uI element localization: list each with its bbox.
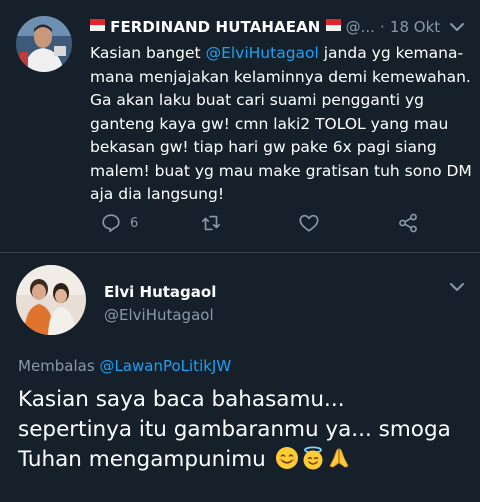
reply-text-line: Kasian saya baca bahasamu...	[18, 387, 345, 412]
reply-icon	[102, 214, 120, 233]
avatar-photo-icon	[16, 16, 72, 72]
chevron-down-icon[interactable]	[448, 278, 466, 296]
reply-text-line-last: Tuhan mengampunimu	[18, 445, 473, 475]
indonesia-flag-icon	[90, 19, 105, 31]
tweet-text: Kasian banget @ElviHutagaol janda yg kem…	[90, 42, 472, 207]
reply-text-line: sepertinya itu gambaranmu ya... smoga	[18, 417, 451, 442]
reply-author-handle[interactable]: @ElviHutagaol	[104, 306, 214, 324]
tweet-original[interactable]: FERDINAND HUTAHAEAN @... · 18 Okt Kasian…	[0, 0, 480, 250]
tweet-actions: 6	[100, 210, 440, 238]
tweet-divider	[0, 252, 480, 253]
tweet-text-start: Kasian banget	[90, 44, 206, 62]
reply-text: Kasian saya baca bahasamu... sepertinya …	[18, 385, 473, 475]
like-button[interactable]	[298, 210, 320, 236]
mention-link[interactable]: @ElviHutagaol	[206, 44, 319, 62]
replying-to-mention[interactable]: @LawanPoLitikJW	[99, 357, 231, 375]
avatar-photo-icon	[16, 265, 86, 335]
retweet-icon	[201, 215, 221, 231]
author-name[interactable]: FERDINAND HUTAHAEAN	[110, 18, 320, 36]
retweet-button[interactable]	[200, 210, 222, 236]
reply-count: 6	[130, 215, 139, 231]
avatar-elvi[interactable]	[16, 265, 86, 335]
reply-author-name[interactable]: Elvi Hutagaol	[104, 283, 216, 301]
tweet-time[interactable]: 18 Okt	[390, 18, 440, 36]
replying-prefix: Membalas	[18, 357, 100, 375]
author-handle[interactable]: @...	[346, 18, 375, 36]
avatar-ferdinand[interactable]	[16, 16, 72, 72]
tweet-header: FERDINAND HUTAHAEAN @... · 18 Okt	[90, 17, 470, 41]
halo-face-emoji	[303, 446, 323, 470]
reply-text-line: Tuhan mengampunimu	[18, 447, 266, 472]
separator-dot: ·	[380, 18, 385, 36]
tweet-text-rest: janda yg kemana- mana menjajakan kelamin…	[90, 44, 472, 203]
praying-hands-emoji	[329, 448, 349, 468]
reply-button[interactable]: 6	[100, 210, 138, 236]
share-icon	[399, 213, 417, 233]
replying-to: Membalas @LawanPoLitikJW	[18, 357, 231, 375]
like-icon	[299, 214, 319, 232]
smiling-face-emoji	[275, 447, 298, 469]
twitter-screenshot: FERDINAND HUTAHAEAN @... · 18 Okt Kasian…	[0, 0, 480, 502]
share-button[interactable]	[397, 210, 419, 236]
indonesia-flag-icon	[325, 19, 341, 31]
chevron-down-icon[interactable]	[448, 18, 466, 36]
